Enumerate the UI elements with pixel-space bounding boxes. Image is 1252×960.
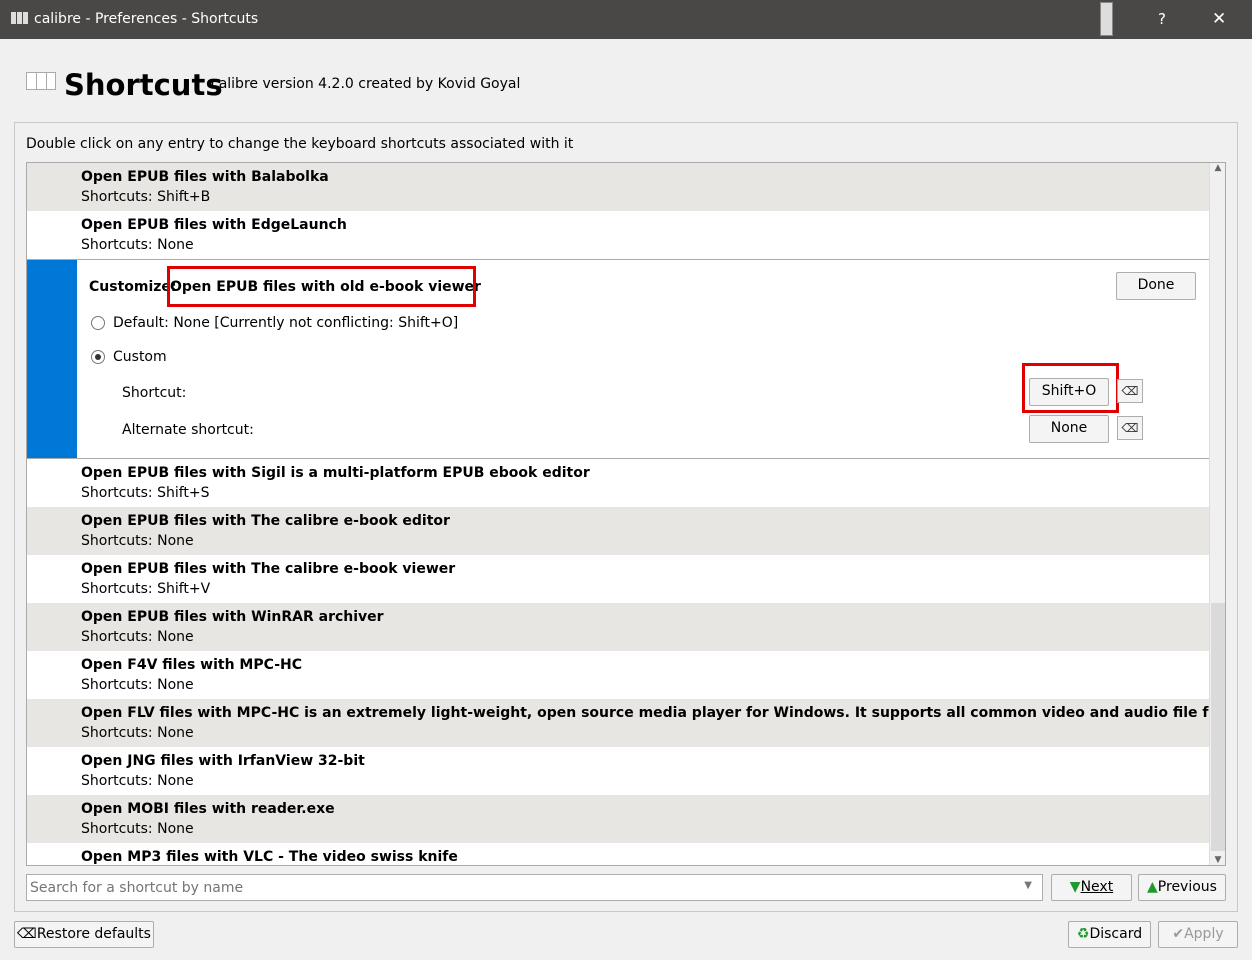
scrollbar-thumb[interactable] bbox=[1211, 603, 1225, 851]
arrow-up-icon: ▲ bbox=[1147, 879, 1158, 895]
shortcut-editor: Customize: Open EPUB files with old e-bo… bbox=[27, 259, 1209, 459]
arrow-down-icon: ▼ bbox=[1069, 879, 1081, 895]
item-name: Open EPUB files with EdgeLaunch bbox=[81, 217, 347, 233]
check-icon: ✔ bbox=[1172, 926, 1185, 942]
selection-bar bbox=[27, 260, 77, 458]
chevron-down-icon[interactable]: ▼ bbox=[1024, 880, 1032, 891]
item-name: Open EPUB files with The calibre e-book … bbox=[81, 513, 450, 529]
instruction-text: Double click on any entry to change the … bbox=[26, 136, 574, 152]
title-bar: calibre - Preferences - Shortcuts ? ✕ bbox=[0, 0, 1252, 39]
list-item[interactable]: Open MP3 files with VLC - The video swis… bbox=[27, 843, 1209, 865]
restore-defaults-button[interactable]: ⌫Restore defaults bbox=[14, 921, 154, 948]
item-shortcut: Shortcuts: None bbox=[81, 773, 194, 789]
highlight-box bbox=[167, 266, 476, 307]
item-shortcut: Shortcuts: None bbox=[81, 533, 194, 549]
list-item[interactable]: Open F4V files with MPC-HC Shortcuts: Non… bbox=[27, 651, 1209, 699]
discard-label: Discard bbox=[1089, 926, 1143, 942]
custom-radio[interactable] bbox=[91, 350, 105, 364]
shortcut-label: Shortcut: bbox=[122, 385, 187, 401]
apply-button[interactable]: ✔Apply bbox=[1158, 921, 1238, 948]
item-shortcut: Shortcuts: None bbox=[81, 237, 194, 253]
item-shortcut: Shortcuts: None bbox=[81, 629, 194, 645]
shortcuts-icon bbox=[26, 72, 56, 90]
close-button[interactable]: ✕ bbox=[1212, 9, 1226, 29]
search-input-box[interactable]: ▼ bbox=[26, 874, 1043, 901]
custom-label: Custom bbox=[113, 349, 167, 365]
item-name: Open MP3 files with VLC - The video swis… bbox=[81, 849, 458, 865]
clear-alternate-icon[interactable]: ⌫ bbox=[1117, 416, 1143, 440]
clear-shortcut-icon[interactable]: ⌫ bbox=[1117, 379, 1143, 403]
list-item[interactable]: Open JNG files with IrfanView 32-bit Shor… bbox=[27, 747, 1209, 795]
discard-button[interactable]: ♻Discard bbox=[1068, 921, 1151, 948]
help-button[interactable]: ? bbox=[1158, 10, 1166, 28]
apply-label: Apply bbox=[1184, 926, 1224, 942]
clear-icon: ⌫ bbox=[17, 926, 37, 942]
list-item[interactable]: Open EPUB files with WinRAR archiver Shor… bbox=[27, 603, 1209, 651]
alternate-shortcut-button[interactable]: None bbox=[1029, 415, 1109, 443]
item-name: Open EPUB files with The calibre e-book … bbox=[81, 561, 456, 577]
highlight-box bbox=[1022, 363, 1119, 413]
app-icon bbox=[11, 12, 29, 24]
item-name: Open MOBI files with reader.exe bbox=[81, 801, 335, 817]
window-title: calibre - Preferences - Shortcuts bbox=[34, 11, 259, 27]
list-item[interactable]: Open MOBI files with reader.exe Shortcuts… bbox=[27, 795, 1209, 843]
alternate-label: Alternate shortcut: bbox=[122, 422, 254, 438]
item-shortcut: Shortcuts: Shift+B bbox=[81, 189, 211, 205]
customize-label: Customize: bbox=[89, 279, 177, 295]
item-name: Open JNG files with IrfanView 32-bit bbox=[81, 753, 365, 769]
version-text: calibre version 4.2.0 created by Kovid G… bbox=[211, 76, 521, 92]
list-item[interactable]: Open EPUB files with EdgeLaunch Shortcuts… bbox=[27, 211, 1209, 259]
recycle-icon: ♻ bbox=[1076, 926, 1090, 942]
list-item[interactable]: Open EPUB files with Sigil is a multi-pl… bbox=[27, 459, 1209, 507]
restore-label: Restore defaults bbox=[36, 926, 151, 942]
shortcuts-list[interactable]: Open EPUB files with Balabolka Shortcuts:… bbox=[26, 162, 1226, 866]
item-shortcut: Shortcuts: None bbox=[81, 821, 194, 837]
item-name: Open F4V files with MPC-HC bbox=[81, 657, 303, 673]
next-button[interactable]: ▼Next bbox=[1051, 874, 1132, 901]
search-input[interactable] bbox=[27, 875, 1007, 900]
item-name: Open FLV files with MPC-HC is an extreme… bbox=[81, 705, 1209, 721]
list-item[interactable]: Open EPUB files with The calibre e-book … bbox=[27, 507, 1209, 555]
previous-label: Previous bbox=[1157, 879, 1217, 895]
item-shortcut: Shortcuts: None bbox=[81, 725, 194, 741]
item-shortcut: Shortcuts: Shift+S bbox=[81, 485, 210, 501]
item-name: Open EPUB files with Balabolka bbox=[81, 169, 329, 185]
scrollbar[interactable]: ▲ ▼ bbox=[1209, 163, 1225, 865]
item-shortcut: Shortcuts: None bbox=[81, 677, 194, 693]
item-name: Open EPUB files with WinRAR archiver bbox=[81, 609, 384, 625]
item-name: Open EPUB files with Sigil is a multi-pl… bbox=[81, 465, 590, 481]
default-label: Default: None [Currently not conflicting… bbox=[113, 315, 459, 331]
list-item[interactable]: Open EPUB files with Balabolka Shortcuts:… bbox=[27, 163, 1209, 211]
list-item[interactable]: Open FLV files with MPC-HC is an extreme… bbox=[27, 699, 1209, 747]
scroll-handle[interactable] bbox=[1100, 2, 1113, 36]
list-item[interactable]: Open EPUB files with The calibre e-book … bbox=[27, 555, 1209, 603]
done-button[interactable]: Done bbox=[1116, 272, 1196, 300]
item-shortcut: Shortcuts: Shift+V bbox=[81, 581, 211, 597]
next-label: Next bbox=[1080, 879, 1114, 895]
default-radio[interactable] bbox=[91, 316, 105, 330]
previous-button[interactable]: ▲Previous bbox=[1138, 874, 1226, 901]
page-title: Shortcuts bbox=[64, 68, 223, 102]
